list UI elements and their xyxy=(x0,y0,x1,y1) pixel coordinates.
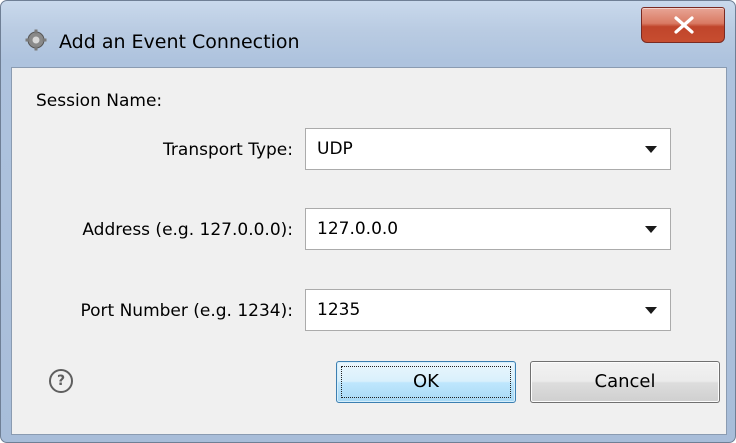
port-number-label: Port Number (e.g. 1234): xyxy=(80,301,293,321)
transport-type-value: UDP xyxy=(317,139,353,159)
cancel-button-label: Cancel xyxy=(594,371,656,392)
session-name-label: Session Name: xyxy=(36,91,163,111)
address-combo[interactable]: 127.0.0.0 xyxy=(305,208,671,250)
close-button[interactable] xyxy=(641,7,725,43)
address-value: 127.0.0.0 xyxy=(317,219,399,239)
ok-button[interactable]: OK xyxy=(336,361,516,403)
close-icon xyxy=(674,16,694,34)
focus-rectangle xyxy=(341,366,511,398)
help-icon[interactable]: ? xyxy=(49,369,73,393)
address-label: Address (e.g. 127.0.0.0): xyxy=(82,220,293,240)
dialog-window: Add an Event Connection Session Name: Tr… xyxy=(0,0,736,443)
window-title: Add an Event Connection xyxy=(59,31,300,53)
chevron-down-icon[interactable] xyxy=(645,146,657,153)
dialog-body: Session Name: Transport Type: UDP Addres… xyxy=(11,67,727,435)
port-number-combo[interactable]: 1235 xyxy=(305,289,671,331)
chevron-down-icon[interactable] xyxy=(645,226,657,233)
chevron-down-icon[interactable] xyxy=(645,307,657,314)
transport-type-label: Transport Type: xyxy=(163,140,293,160)
gear-app-icon xyxy=(25,29,47,51)
cancel-button[interactable]: Cancel xyxy=(530,361,720,403)
transport-type-combo[interactable]: UDP xyxy=(305,128,671,170)
port-number-value: 1235 xyxy=(317,300,361,320)
